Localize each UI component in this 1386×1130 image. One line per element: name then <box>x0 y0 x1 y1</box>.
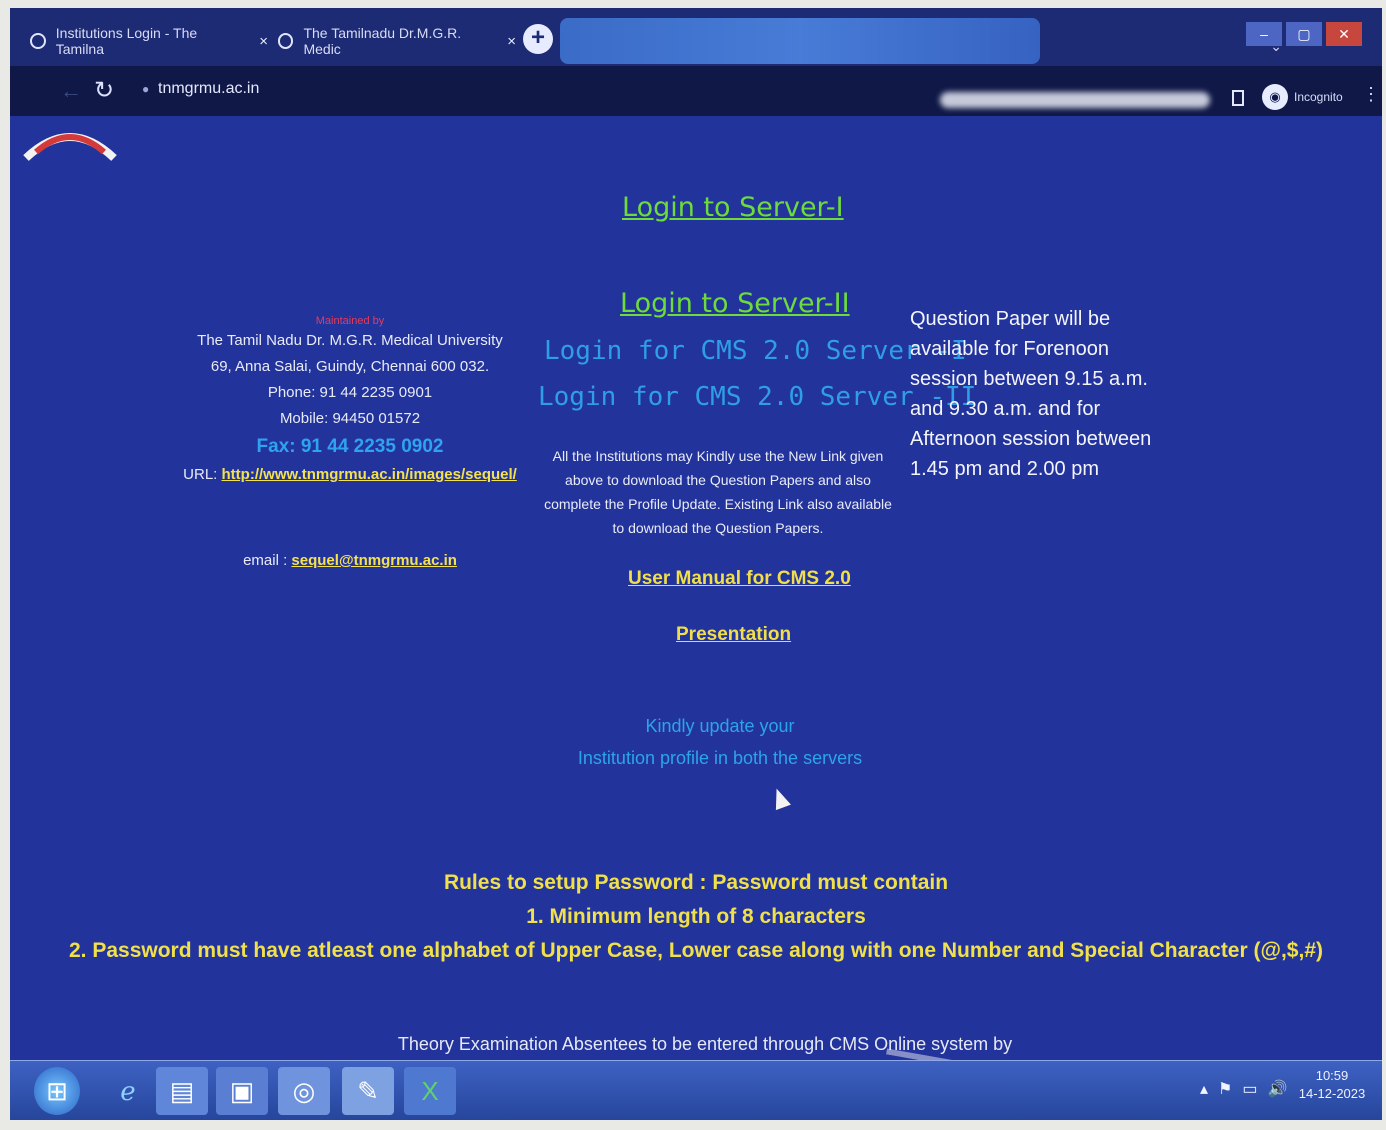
sequel-url-link[interactable]: http://www.tnmgrmu.ac.in/images/sequel/ <box>222 466 517 483</box>
question-paper-note: Question Paper will be available for For… <box>910 308 1152 480</box>
site-info-icon[interactable]: ● <box>142 82 149 96</box>
login-cms-server-1-link[interactable]: Login for CMS 2.0 Server -I <box>544 336 967 366</box>
new-tab-button[interactable]: + <box>523 24 553 54</box>
rules-heading: Rules to setup Password : Password must … <box>443 871 949 894</box>
chrome-icon[interactable]: ◎ <box>278 1067 330 1115</box>
update-profile-notice: Kindly update your Institution profile i… <box>550 710 890 774</box>
reload-icon[interactable]: ↻ <box>94 76 114 105</box>
university-logo <box>23 133 117 161</box>
address-text: 69, Anna Salai, Guindy, Chennai 600 032. <box>210 358 490 375</box>
window-controls: – ▢ ✕ <box>1246 22 1362 46</box>
maintained-by-label: Maintained by <box>315 315 385 327</box>
clock-date: 14-12-2023 <box>1298 1086 1366 1101</box>
window-close-button[interactable]: ✕ <box>1326 22 1362 46</box>
login-server-1-link[interactable]: Login to Server-I <box>622 192 844 223</box>
tab-title: Institutions Login - The Tamilna <box>55 25 198 57</box>
institutions-info-text: All the Institutions may Kindly use the … <box>544 448 892 536</box>
phone-text: Phone: 91 44 2235 0901 <box>267 384 433 401</box>
page-content: Login to Server-I Login to Server-II Log… <box>10 116 1382 1066</box>
internet-explorer-icon[interactable]: ℯ <box>102 1067 154 1115</box>
url-row: URL: http://www.tnmgrmu.ac.in/images/seq… <box>180 462 520 488</box>
paint-icon[interactable]: ✎ <box>342 1067 394 1115</box>
close-icon[interactable]: × <box>259 33 268 50</box>
rule-1: 1. Minimum length of 8 characters <box>526 905 866 928</box>
update-profile-line-2: Institution profile in both the servers <box>577 748 863 768</box>
system-tray[interactable]: ▴⚑▭🔊 <box>1200 1079 1297 1099</box>
minimize-button[interactable]: – <box>1246 22 1282 46</box>
clock-time: 10:59 <box>1315 1068 1349 1083</box>
mobile-text: Mobile: 94450 01572 <box>279 410 421 427</box>
tab-title: The Tamilnadu Dr.M.G.R. Medic <box>303 25 462 57</box>
maximize-button[interactable]: ▢ <box>1286 22 1322 46</box>
university-name: The Tamil Nadu Dr. M.G.R. Medical Univer… <box>197 332 503 349</box>
tab-layout-icon[interactable] <box>1232 90 1244 106</box>
email-label: email : <box>243 552 288 569</box>
screen-glare <box>560 18 1040 64</box>
address-bar-row: ← ↻ ● tnmgrmu.ac.in ◉ Incognito ⋮ <box>10 66 1382 116</box>
taskbar-clock[interactable]: 10:59 14-12-2023 <box>1292 1067 1372 1103</box>
mouse-cursor-icon <box>769 785 791 811</box>
menu-icon[interactable]: ⋮ <box>1362 84 1380 105</box>
monitor-screen: Institutions Login - The Tamilna × The T… <box>10 8 1382 1120</box>
screen-glare <box>940 92 1210 108</box>
email-link[interactable]: sequel@tnmgrmu.ac.in <box>291 552 457 569</box>
password-rules: Rules to setup Password : Password must … <box>10 866 1382 968</box>
theory-absentees-note: Theory Examination Absentees to be enter… <box>397 1034 1013 1054</box>
incognito-icon[interactable]: ◉ <box>1262 84 1288 110</box>
file-explorer-icon[interactable]: ▤ <box>156 1067 208 1115</box>
fax-text: Fax: 91 44 2235 0902 <box>256 436 444 457</box>
presentation-link[interactable]: Presentation <box>676 624 791 646</box>
globe-icon <box>278 33 294 49</box>
start-button[interactable]: ⊞ <box>34 1067 80 1115</box>
taskbar: ⊞ ℯ ▤ ▣ ◎ ✎ X ▴⚑▭🔊 10:59 14-12-2023 <box>10 1060 1382 1120</box>
contact-block: Maintained by The Tamil Nadu Dr. M.G.R. … <box>180 314 520 574</box>
address-input[interactable]: tnmgrmu.ac.in <box>158 80 259 98</box>
update-profile-line-1: Kindly update your <box>645 716 795 736</box>
site-favicon-icon <box>30 33 46 49</box>
email-row: email : sequel@tnmgrmu.ac.in <box>180 548 520 574</box>
login-server-2-link[interactable]: Login to Server-II <box>620 288 850 319</box>
tab-institutions-login[interactable]: Institutions Login - The Tamilna × <box>30 22 268 60</box>
close-icon[interactable]: × <box>507 33 516 50</box>
incognito-label: Incognito <box>1294 90 1343 104</box>
excel-icon[interactable]: X <box>404 1067 456 1115</box>
back-arrow-icon[interactable]: ← <box>60 78 82 104</box>
url-label: URL: <box>183 466 218 483</box>
tab-tnmgrmu[interactable]: The Tamilnadu Dr.M.G.R. Medic × <box>278 22 516 60</box>
rule-2: 2. Password must have atleast one alphab… <box>68 939 1323 962</box>
user-manual-link[interactable]: User Manual for CMS 2.0 <box>628 568 851 590</box>
tab-strip: Institutions Login - The Tamilna × The T… <box>10 8 1382 66</box>
media-player-icon[interactable]: ▣ <box>216 1067 268 1115</box>
